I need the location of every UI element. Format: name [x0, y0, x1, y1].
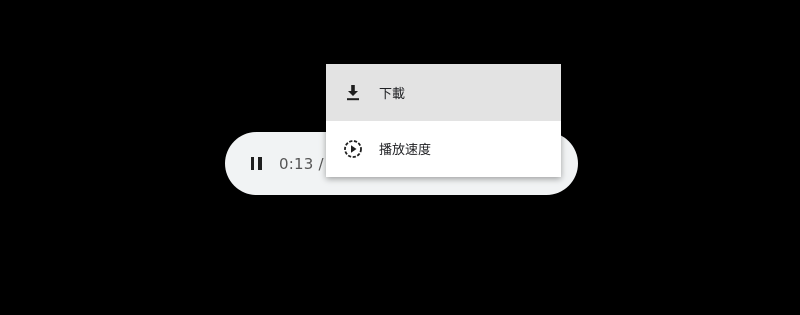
pause-icon — [250, 157, 262, 170]
menu-item-label: 下載 — [379, 86, 406, 102]
page: 0:13 / 下載 播放速度 — [0, 0, 800, 315]
time-display: 0:13 / — [279, 154, 324, 173]
context-menu: 下載 播放速度 — [326, 64, 561, 177]
menu-item-playback-speed[interactable]: 播放速度 — [326, 121, 561, 178]
playback-speed-icon — [343, 139, 363, 159]
pause-button[interactable] — [245, 153, 267, 175]
menu-item-download[interactable]: 下載 — [326, 64, 561, 121]
menu-item-label: 播放速度 — [379, 143, 432, 159]
download-icon — [343, 82, 363, 102]
